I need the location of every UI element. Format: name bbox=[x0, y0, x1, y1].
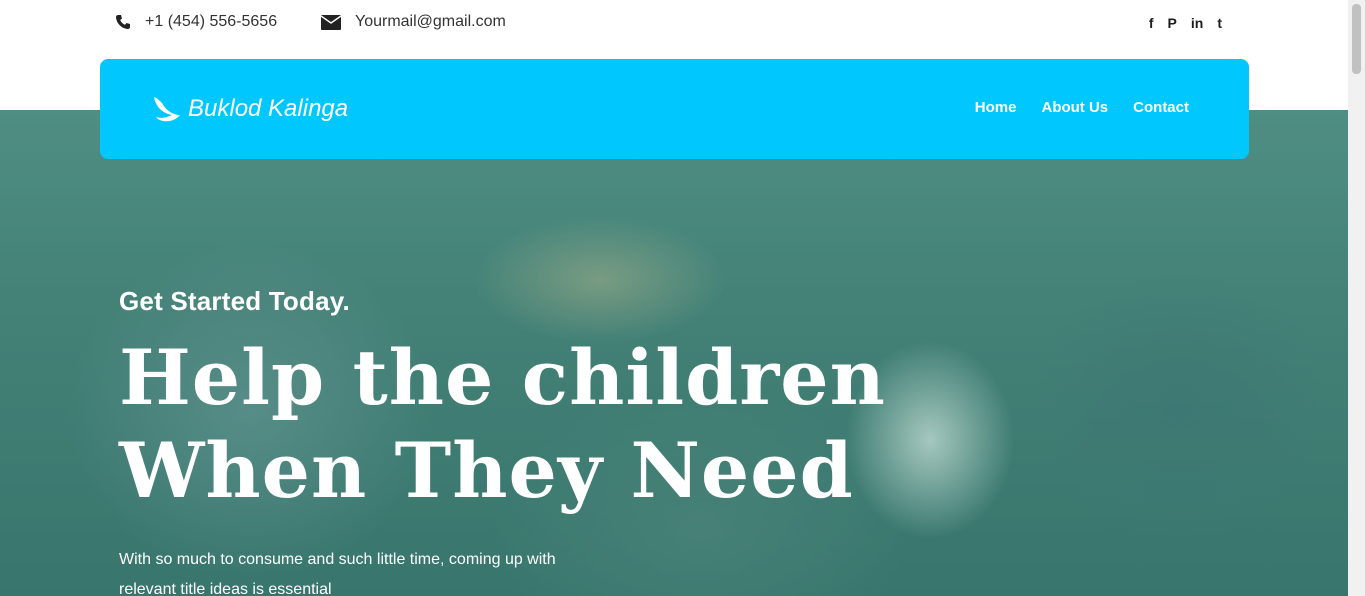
facebook-icon[interactable]: f bbox=[1149, 15, 1154, 31]
nav-about-us[interactable]: About Us bbox=[1041, 99, 1108, 116]
page-scrollbar[interactable] bbox=[1348, 0, 1365, 596]
main-navbar: Buklod Kalinga Home About Us Contact bbox=[100, 59, 1249, 159]
bird-logo-icon bbox=[154, 97, 180, 122]
email-contact[interactable]: Yourmail@gmail.com bbox=[321, 13, 506, 31]
hero-subtitle: With so much to consume and such little … bbox=[119, 551, 556, 596]
top-contact-bar: +1 (454) 556-5656 Yourmail@gmail.com f P… bbox=[0, 0, 1348, 59]
hero-section: Get Started Today. Help the children Whe… bbox=[0, 110, 1348, 596]
hero-headline: Help the children When They Need bbox=[119, 331, 886, 517]
nav-home[interactable]: Home bbox=[975, 99, 1017, 116]
headline-line-2: When They Need bbox=[119, 426, 854, 515]
brand-logo[interactable]: Buklod Kalinga bbox=[150, 93, 348, 125]
phone-number: +1 (454) 556-5656 bbox=[145, 13, 278, 30]
linkedin-icon[interactable]: in bbox=[1191, 15, 1203, 31]
scrollbar-thumb[interactable] bbox=[1352, 4, 1361, 74]
headline-line-1: Help the children bbox=[119, 333, 886, 422]
envelope-icon bbox=[321, 14, 341, 30]
brand-name: Buklod Kalinga bbox=[188, 95, 349, 122]
email-address: Yourmail@gmail.com bbox=[355, 13, 506, 30]
primary-nav: Home About Us Contact bbox=[975, 99, 1189, 116]
pinterest-icon[interactable]: P bbox=[1168, 15, 1177, 31]
phone-contact[interactable]: +1 (454) 556-5656 bbox=[115, 13, 277, 31]
twitter-icon[interactable]: t bbox=[1217, 15, 1222, 31]
phone-icon bbox=[116, 15, 130, 29]
nav-contact[interactable]: Contact bbox=[1133, 99, 1189, 116]
hero-eyebrow: Get Started Today. bbox=[119, 286, 350, 316]
hero-content: Get Started Today. Help the children Whe… bbox=[119, 286, 886, 596]
social-links: f P in t bbox=[1149, 15, 1222, 31]
